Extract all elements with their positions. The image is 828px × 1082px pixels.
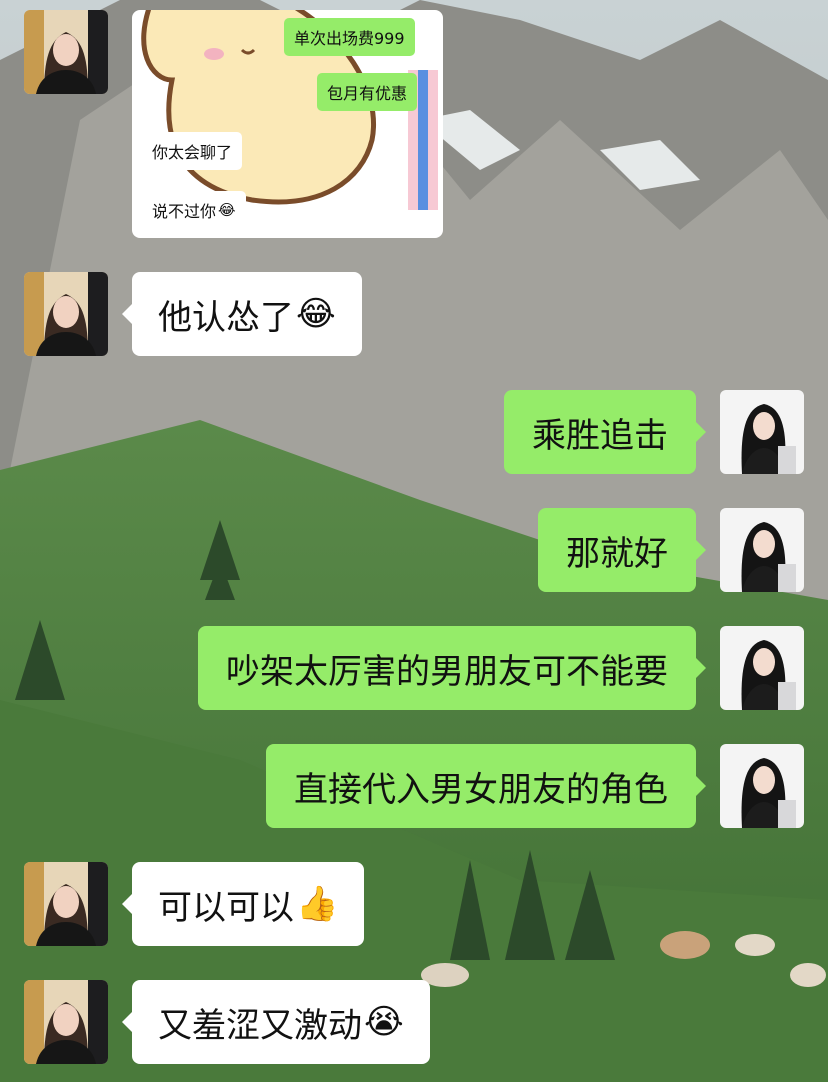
message-text: 可以可以 [158, 887, 294, 928]
avatar-contact[interactable] [24, 862, 108, 946]
message-bubble-outgoing[interactable]: 直接代入男女朋友的角色 [266, 744, 706, 828]
laugh-cry-emoji-icon: 😂 [218, 201, 236, 219]
avatar-contact[interactable] [24, 980, 108, 1064]
avatar-self[interactable] [720, 390, 804, 474]
laugh-cry-emoji-icon: 😂 [296, 294, 336, 334]
screenshot-message-4-text: 说不过你 [152, 202, 217, 221]
message-text: 又羞涩又激动 [158, 1005, 362, 1046]
message-bubble-incoming[interactable]: 可以可以 👍 [121, 862, 365, 946]
avatar-self[interactable] [720, 626, 804, 710]
message-bubble-outgoing[interactable]: 那就好 [538, 508, 706, 592]
message-bubble-outgoing[interactable]: 乘胜追击 [504, 390, 706, 474]
screenshot-message-2: 包月有优惠 [317, 73, 418, 111]
message-bubble-incoming[interactable]: 他认怂了 😂 [122, 272, 362, 356]
message-text: 直接代入男女朋友的角色 [294, 769, 668, 810]
avatar-self[interactable] [720, 744, 804, 828]
avatar-contact[interactable] [24, 10, 108, 94]
message-bubble-incoming[interactable]: 又羞涩又激动 😭 [122, 980, 430, 1064]
screenshot-message-1: 单次出场费999 [284, 18, 415, 56]
message-text: 乘胜追击 [532, 415, 668, 456]
screenshot-message-3: 你太会聊了 [142, 132, 243, 170]
message-bubble-outgoing[interactable]: 吵架太厉害的男朋友可不能要 [198, 626, 706, 710]
screenshot-message-4: 说不过你 😂 [142, 191, 246, 229]
message-text: 吵架太厉害的男朋友可不能要 [226, 651, 668, 692]
avatar-contact[interactable] [24, 272, 108, 356]
message-text: 那就好 [566, 533, 668, 574]
chat-screenshot-image: 单次出场费999 包月有优惠 你太会聊了 说不过你 😂 [132, 10, 443, 238]
message-text: 他认怂了 [158, 297, 294, 338]
crying-emoji-icon: 😭 [364, 1002, 404, 1042]
thumbs-up-emoji-icon: 👍 [296, 884, 339, 924]
avatar-self[interactable] [720, 508, 804, 592]
